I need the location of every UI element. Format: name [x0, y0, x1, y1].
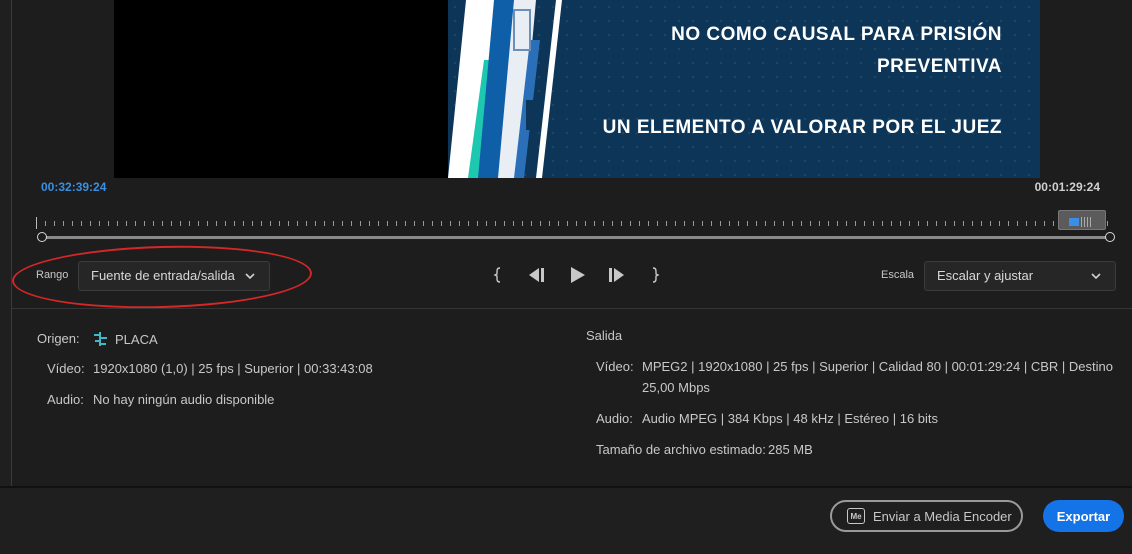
output-video-value: MPEG2 | 1920x1080 | 25 fps | Superior | …: [642, 359, 1113, 374]
sequence-icon: [94, 332, 107, 346]
scale-dropdown-value: Escalar y ajustar: [937, 268, 1034, 283]
playhead-thumbnail[interactable]: [1058, 210, 1106, 230]
range-label: Rango: [36, 269, 69, 281]
overlay-text-top: NO COMO CAUSAL PARA PRISIÓN PREVENTIVA: [582, 19, 1002, 83]
file-size-label: Tamaño de archivo estimado:: [596, 442, 766, 457]
range-dropdown[interactable]: Fuente de entrada/salida: [78, 261, 270, 291]
chevron-down-icon: [1091, 273, 1101, 280]
left-panel-edge: [0, 0, 12, 486]
playhead-grip: [1081, 217, 1093, 227]
output-audio-value: Audio MPEG | 384 Kbps | 48 kHz | Estéreo…: [642, 411, 939, 426]
overlay-line-2: PREVENTIVA: [876, 56, 1002, 77]
step-back-icon[interactable]: [526, 264, 548, 286]
output-video-label: Vídeo:: [596, 359, 634, 374]
range-dropdown-value: Fuente de entrada/salida: [91, 268, 235, 283]
source-video-label: Vídeo:: [47, 361, 85, 376]
send-to-media-encoder-button[interactable]: Me Enviar a Media Encoder: [830, 500, 1023, 532]
export-button[interactable]: Exportar: [1043, 500, 1124, 532]
playhead-marker: [1069, 218, 1079, 226]
mark-in-icon[interactable]: [487, 264, 509, 286]
overlay-line-1: NO COMO CAUSAL PARA PRISIÓN: [671, 24, 1002, 45]
step-forward-icon[interactable]: [605, 264, 627, 286]
output-video-value-cont: 25,00 Mbps: [642, 380, 710, 395]
section-divider: [12, 308, 1132, 309]
graphic-stripes: [448, 0, 562, 178]
source-title: Origen:: [37, 331, 80, 346]
media-encoder-label: Enviar a Media Encoder: [873, 508, 1012, 524]
scale-dropdown[interactable]: Escalar y ajustar: [924, 261, 1116, 291]
play-icon[interactable]: [566, 264, 588, 286]
chevron-down-icon: [245, 273, 255, 280]
out-point-handle[interactable]: [1105, 232, 1115, 242]
source-name-label: PLACA: [115, 331, 158, 347]
timecode-duration: 00:01:29:24: [1034, 180, 1100, 194]
media-encoder-icon: Me: [847, 508, 865, 524]
file-size-value: 285 MB: [768, 442, 813, 457]
timeline-ruler[interactable]: [36, 217, 1110, 229]
timecode-in[interactable]: 00:32:39:24: [41, 180, 106, 194]
output-title: Salida: [586, 328, 623, 343]
source-name: PLACA: [93, 331, 158, 347]
scale-label: Escala: [881, 269, 915, 281]
timeline-track[interactable]: [41, 236, 1110, 239]
overlay-text-bottom: UN ELEMENTO A VALORAR POR EL JUEZ: [602, 117, 1002, 138]
mark-out-icon[interactable]: [644, 264, 666, 286]
source-video-value: 1920x1080 (1,0) | 25 fps | Superior | 00…: [93, 361, 373, 376]
video-preview-frame: NO COMO CAUSAL PARA PRISIÓN PREVENTIVA U…: [448, 0, 1040, 178]
output-audio-label: Audio:: [596, 411, 633, 426]
export-preview: NO COMO CAUSAL PARA PRISIÓN PREVENTIVA U…: [12, 0, 1132, 178]
video-preview-black-area: [114, 0, 454, 178]
in-point-handle[interactable]: [37, 232, 47, 242]
source-audio-value: No hay ningún audio disponible: [93, 392, 275, 407]
source-audio-label: Audio:: [47, 392, 84, 407]
